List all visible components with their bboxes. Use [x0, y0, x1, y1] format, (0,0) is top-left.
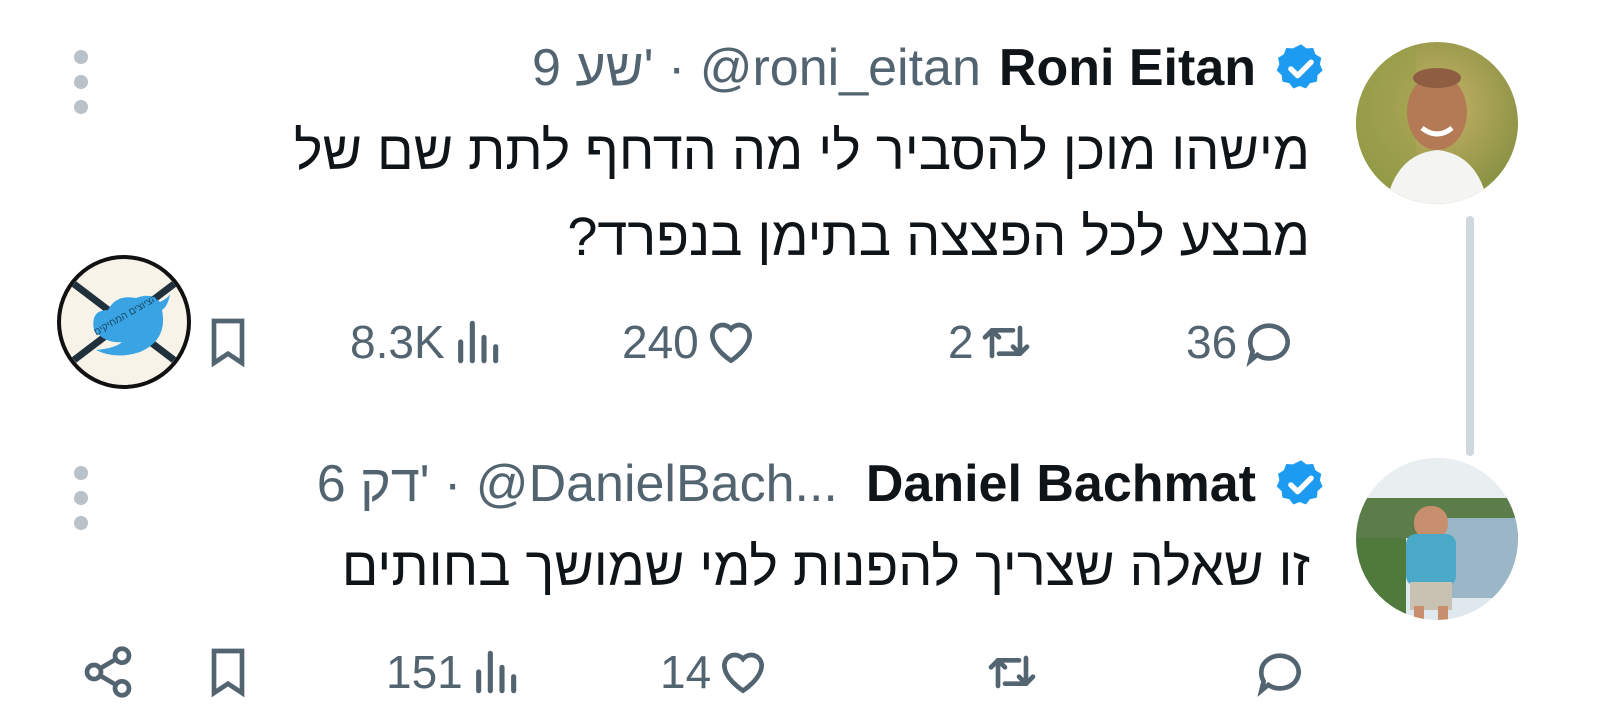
views-count: 8.3K [350, 316, 445, 368]
verified-icon [1276, 44, 1323, 89]
more-icon[interactable] [72, 466, 90, 541]
bookmark-icon [211, 648, 245, 698]
tweet-2-text: זו שאלה שצריך להפנות למי שמושך בחותים [342, 524, 1310, 610]
verified-icon [1276, 460, 1323, 505]
retweets-count: 2 [948, 316, 974, 368]
retweet-icon [988, 655, 1036, 689]
replies-count: 36 [1186, 316, 1238, 368]
reply-icon [1246, 323, 1291, 368]
likes-count: 14 [660, 646, 712, 698]
tweet-1-line-2: מבצע לכל הפצצה בתימן בנפרד? [567, 207, 1310, 267]
tweet-2-header: Daniel Bachmat 6 דק' · @DanielBach... [317, 454, 1328, 514]
reply-icon [1257, 653, 1301, 698]
avatar-roni[interactable] [1356, 42, 1518, 204]
deleted-tweets-badge[interactable]: הציוצים המחיקים [56, 254, 192, 390]
tweet-1-text: מישהו מוכן להסביר לי מה הדחף לתת שם של מ… [294, 108, 1310, 280]
bookmark-icon [211, 318, 245, 368]
like-button[interactable]: 240 [622, 314, 759, 370]
more-icon[interactable] [72, 50, 90, 125]
views-icon [457, 320, 498, 364]
thread-line [1466, 216, 1474, 456]
retweet-button[interactable] [984, 644, 1040, 700]
views-button[interactable]: 8.3K [350, 314, 505, 370]
author-name[interactable]: Roni Eitan [999, 38, 1256, 98]
avatar-daniel[interactable] [1356, 458, 1518, 620]
tweet-1-line-1: מישהו מוכן להסביר לי מה הדחף לתת שם של [293, 121, 1310, 181]
bookmark-button[interactable] [200, 314, 256, 370]
author-meta[interactable]: 6 דק' · @DanielBach... [317, 454, 838, 514]
reply-button[interactable]: 36 [1186, 314, 1297, 370]
like-button[interactable]: 14 [660, 644, 771, 700]
retweet-icon [982, 325, 1029, 359]
like-icon [709, 322, 752, 364]
tweet-1-header: Roni Eitan 9 שע' · @roni_eitan [532, 38, 1328, 98]
views-icon [475, 650, 516, 694]
likes-count: 240 [622, 316, 699, 368]
reply-button[interactable] [1252, 644, 1308, 700]
tweet-2-line-1: זו שאלה שצריך להפנות למי שמושך בחותים [341, 537, 1310, 597]
retweet-button[interactable]: 2 [948, 314, 1034, 370]
author-name[interactable]: Daniel Bachmat [866, 454, 1256, 514]
share-icon [84, 646, 132, 698]
bookmark-button[interactable] [200, 644, 256, 700]
views-button[interactable]: 151 [386, 644, 523, 700]
share-button[interactable] [80, 644, 136, 700]
like-icon [722, 652, 765, 694]
views-count: 151 [386, 646, 463, 698]
author-meta[interactable]: 9 שע' · @roni_eitan [532, 38, 981, 98]
